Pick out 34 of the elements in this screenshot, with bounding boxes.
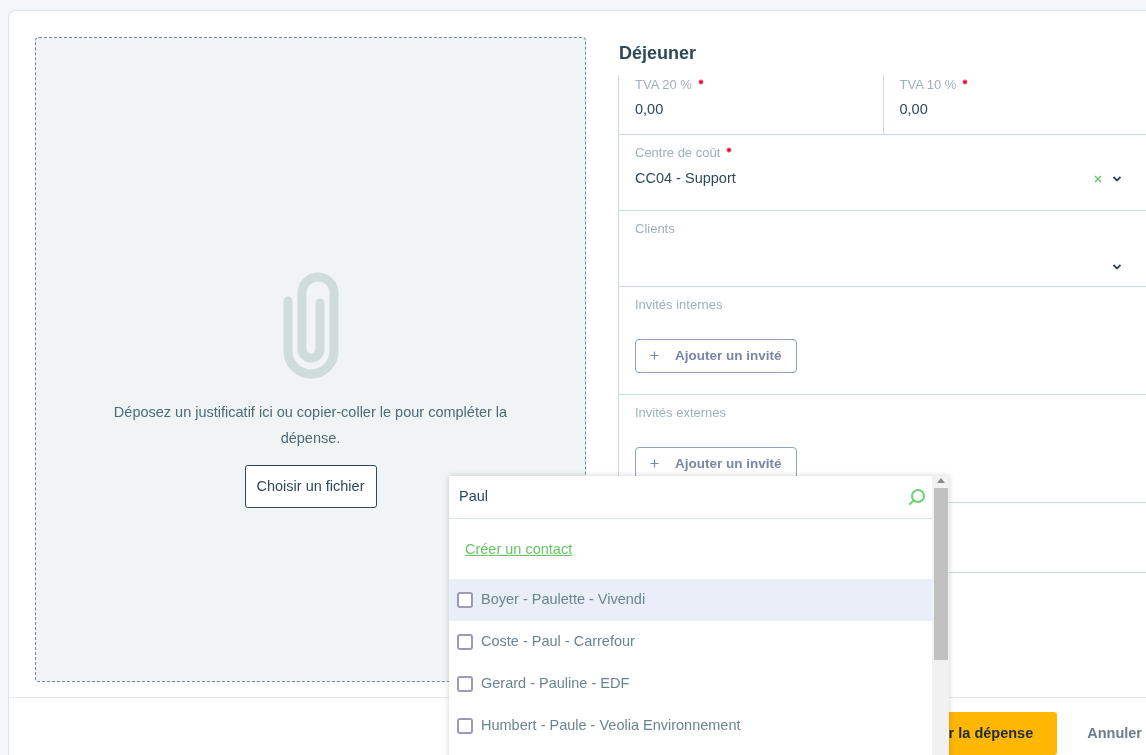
field-label: Clients — [635, 220, 675, 238]
checkbox[interactable] — [457, 717, 473, 734]
section-label: Invités internes — [635, 296, 724, 314]
contact-option[interactable]: Boyer - Paulette - Vivendi — [449, 578, 932, 621]
select-value: CC04 - Support — [635, 168, 737, 188]
checkbox[interactable] — [457, 675, 473, 692]
checkbox[interactable] — [457, 591, 473, 608]
field-label: Centre de coût — [635, 144, 721, 162]
scroll-up-icon[interactable] — [935, 476, 946, 484]
plus-icon — [650, 351, 659, 361]
section-label: Invités externes — [635, 404, 728, 422]
form-title: Déjeuner — [618, 42, 698, 65]
scrollbar[interactable] — [932, 476, 949, 755]
contact-option[interactable]: Humbert - Paule - Veolia Environnement — [449, 704, 932, 747]
chevron-down-icon[interactable] — [1112, 262, 1122, 271]
choose-file-button[interactable]: Choisir un fichier — [244, 464, 377, 509]
add-guest-button[interactable]: Ajouter un invité — [635, 338, 797, 373]
required-asterisk-icon — [962, 79, 969, 85]
cancel-button[interactable]: Annuler — [1087, 713, 1142, 755]
create-contact-link[interactable]: Créer un contact — [465, 539, 573, 561]
field-label: TVA 20 % — [635, 76, 692, 94]
field-value: 0,00 — [899, 99, 929, 119]
required-asterisk-icon — [726, 147, 733, 153]
checkbox[interactable] — [457, 633, 473, 650]
required-asterisk-icon — [697, 79, 704, 85]
search-field[interactable]: Paul — [449, 476, 932, 519]
field-label: TVA 10 % — [899, 76, 957, 94]
drop-instructions: Déposez un justificatif ici ou copier-coller le pour compléter la dépense. — [112, 402, 509, 448]
clear-icon[interactable] — [1094, 174, 1102, 183]
plus-icon — [650, 459, 659, 469]
search-icon — [908, 488, 926, 506]
field-value: 0,00 — [635, 99, 665, 119]
option-label: Humbert - Paule - Veolia Environnement — [481, 715, 741, 735]
chevron-down-icon[interactable] — [1112, 174, 1122, 183]
